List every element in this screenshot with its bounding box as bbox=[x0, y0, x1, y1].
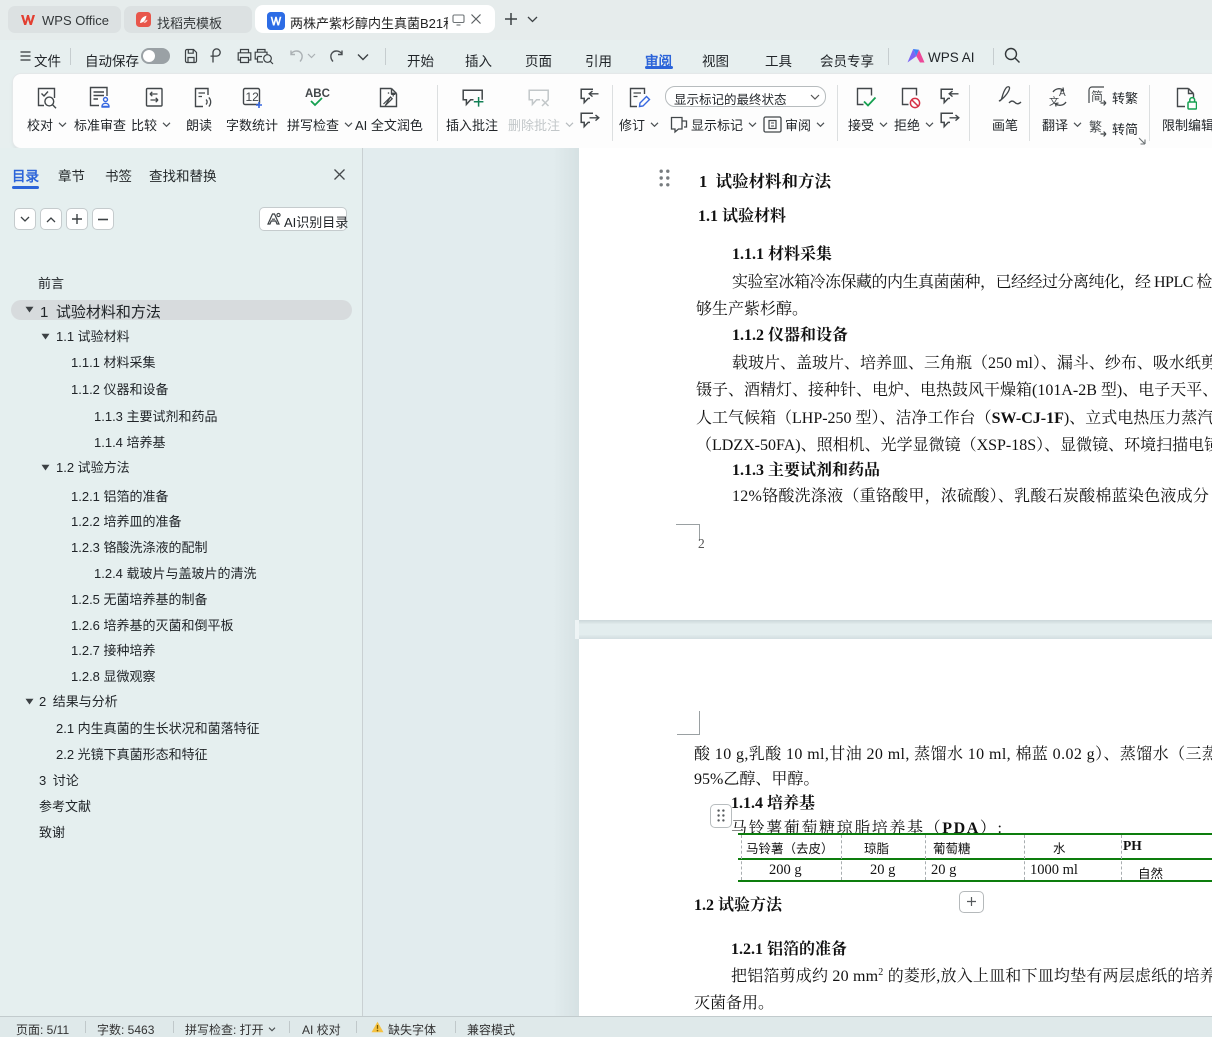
svg-text:12: 12 bbox=[246, 90, 260, 104]
svg-text:简: 简 bbox=[1091, 90, 1103, 104]
svg-text:ABC: ABC bbox=[305, 88, 330, 100]
svg-text:繁: 繁 bbox=[1089, 120, 1102, 135]
